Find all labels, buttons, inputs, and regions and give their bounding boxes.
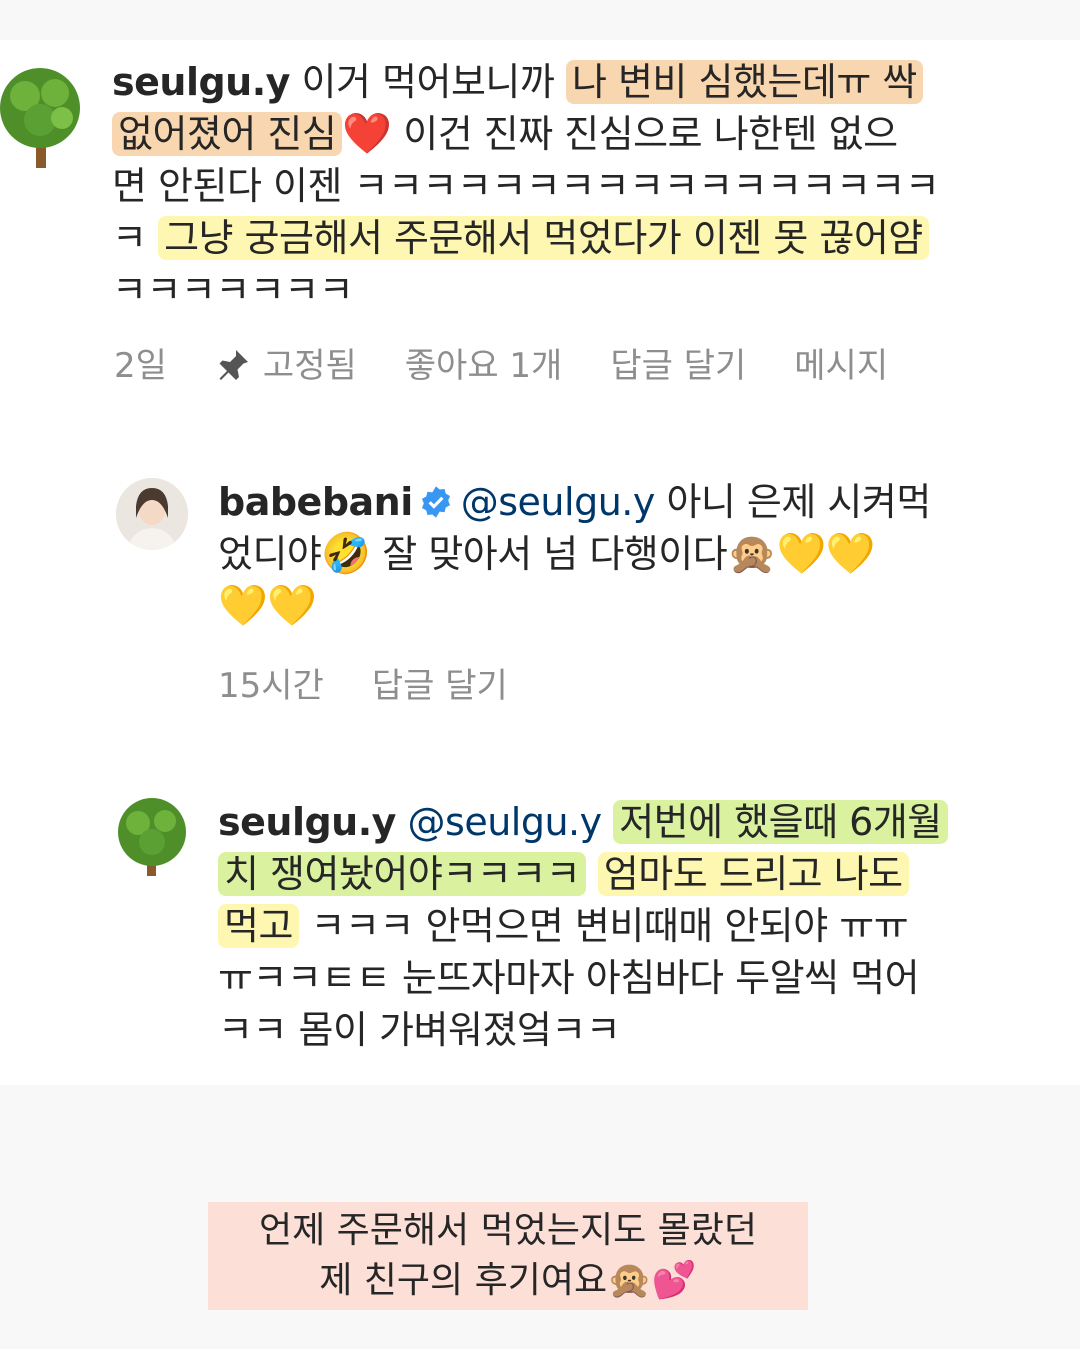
pinned-label: 고정됨 bbox=[215, 338, 357, 387]
timestamp: 2일 bbox=[114, 346, 167, 386]
mention-link[interactable]: @seulgu.y bbox=[408, 800, 603, 844]
highlight-yellow: 엄마도 드리고 나도 bbox=[597, 852, 909, 896]
likes-count[interactable]: 좋아요 1개 bbox=[405, 338, 563, 387]
avatar[interactable] bbox=[116, 478, 188, 550]
comment-text-segment: ㅋ bbox=[112, 216, 147, 260]
comment-meta: 15시간 답글 달기 bbox=[218, 658, 556, 707]
avatar[interactable] bbox=[116, 796, 188, 880]
heart-emoji: ❤️ bbox=[342, 111, 392, 157]
highlight-orange: 나 변비 심했는데ㅠ 싹 bbox=[565, 60, 923, 104]
comment-username[interactable]: babebani bbox=[218, 480, 413, 524]
reply-button[interactable]: 답글 달기 bbox=[372, 658, 508, 707]
yellow-heart-emoji: 💛💛 bbox=[218, 583, 317, 629]
highlight-green: 저번에 했을때 6개월 bbox=[613, 800, 948, 844]
verified-badge-icon bbox=[421, 486, 450, 518]
tree-icon bbox=[118, 798, 186, 876]
comment-text-segment: ㅠㅋㅋㅌㅌ 눈뜨자마자 아침바다 두알씩 먹어 bbox=[218, 956, 920, 1000]
comment-text-segment: 었디야 bbox=[218, 532, 322, 576]
comment-meta: 2일 고정됨 좋아요 1개 답글 달기 메시지 bbox=[114, 338, 936, 387]
highlight-yellow: 그냥 궁금해서 주문해서 먹었다가 이젠 못 끊어얌 bbox=[158, 216, 929, 260]
comment-text-segment: 이건 진짜 진심으로 나한텐 없으 bbox=[403, 112, 898, 156]
timestamp: 15시간 bbox=[218, 666, 324, 706]
highlight-green: 치 쟁여놨어야ㅋㅋㅋㅋ bbox=[218, 852, 587, 896]
highlight-orange: 없어졌어 진심 bbox=[112, 112, 343, 156]
pinned-text: 고정됨 bbox=[262, 346, 357, 386]
comment-text-segment: 잘 맞아서 넘 다행이다 bbox=[382, 532, 728, 576]
avatar[interactable] bbox=[0, 58, 84, 174]
comment-username[interactable]: seulgu.y bbox=[218, 800, 396, 844]
caption-box: 언제 주문해서 먹었는지도 몰랐던 제 친구의 후기여요🙊💕 bbox=[208, 1202, 808, 1310]
monkey-heart-emoji: 🙊💕 bbox=[607, 1260, 697, 1301]
reply-button[interactable]: 답글 달기 bbox=[610, 338, 746, 387]
comment-text: seulgu.y 이거 먹어보니까 나 변비 심했는데ㅠ 싹 없어졌어 진심 ❤️… bbox=[112, 56, 1052, 316]
rofl-emoji: 🤣 bbox=[321, 531, 371, 577]
comment-text: seulgu.y @seulgu.y 저번에 했을때 6개월 치 쟁여놨어야ㅋㅋ… bbox=[218, 796, 1048, 1056]
profile-photo-icon bbox=[116, 478, 188, 550]
comment-text-segment: 이거 먹어보니까 bbox=[301, 60, 555, 104]
caption-line: 언제 주문해서 먹었는지도 몰랐던 bbox=[258, 1210, 757, 1251]
message-button[interactable]: 메시지 bbox=[794, 338, 888, 387]
comment-text-segment: 아니 은제 시켜먹 bbox=[666, 480, 931, 524]
highlight-yellow: 먹고 bbox=[218, 904, 299, 948]
tree-icon bbox=[0, 68, 80, 168]
pin-icon bbox=[219, 350, 248, 380]
comment-text: babebani @seulgu.y 아니 은제 시켜먹 었디야🤣 잘 맞아서 넘… bbox=[218, 476, 1038, 632]
comment-username[interactable]: seulgu.y bbox=[112, 60, 290, 104]
comment-text-segment: ㅋㅋ 몸이 가벼워졌엌ㅋㅋ bbox=[218, 1008, 621, 1052]
comment-text-segment: ㅋㅋㅋ 안먹으면 변비때매 안되야 ㅠㅠ bbox=[310, 904, 909, 948]
monkey-heart-emoji: 🙊💛💛 bbox=[727, 531, 876, 577]
comment-text-segment: 면 안된다 이젠 ㅋㅋㅋㅋㅋㅋㅋㅋㅋㅋㅋㅋㅋㅋㅋㅋㅋ bbox=[112, 164, 940, 208]
mention-link[interactable]: @seulgu.y bbox=[461, 480, 656, 524]
caption-line: 제 친구의 후기여요 bbox=[319, 1260, 608, 1301]
comment-text-segment: ㅋㅋㅋㅋㅋㅋㅋ bbox=[112, 268, 354, 312]
